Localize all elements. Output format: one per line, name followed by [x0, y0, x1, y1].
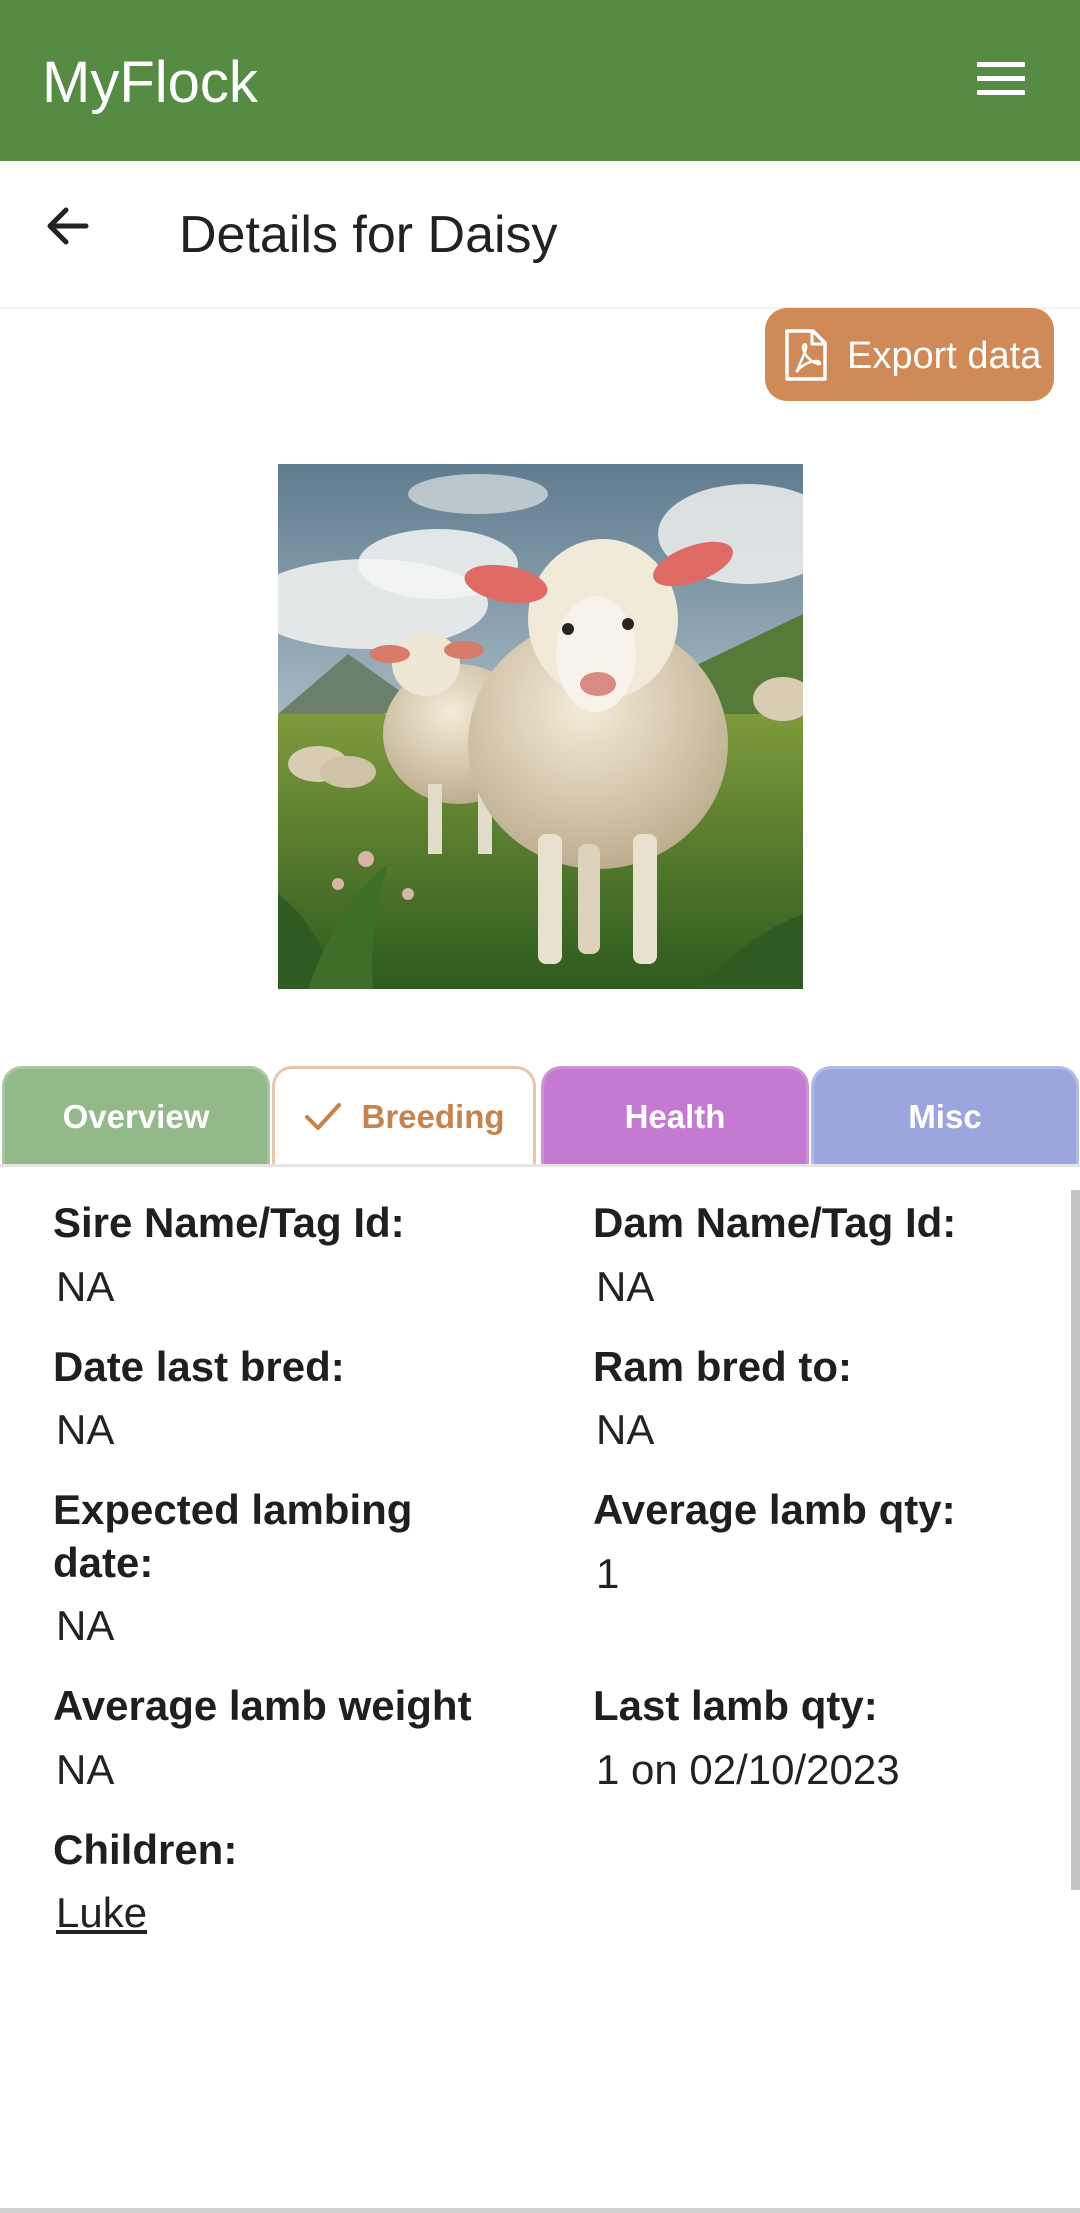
dam-value: NA: [596, 1263, 655, 1310]
arrow-left-icon[interactable]: [40, 198, 96, 254]
tab-divider: [0, 1164, 1080, 1167]
avg-lamb-qty-value: 1: [596, 1550, 620, 1597]
checkmark-icon: [305, 1103, 342, 1131]
page-title: Details for Daisy: [179, 206, 558, 264]
ram-bred-to-label: Ram bred to:: [593, 1343, 853, 1390]
date-last-bred-value: NA: [56, 1406, 115, 1453]
last-lamb-qty-value: 1 on 02/10/2023: [596, 1746, 900, 1793]
dam-label: Dam Name/Tag Id:: [593, 1199, 957, 1246]
last-lamb-qty-label: Last lamb qty:: [593, 1682, 878, 1729]
app-bar: MyFlock: [0, 0, 1080, 161]
sire-label: Sire Name/Tag Id:: [53, 1199, 405, 1246]
ram-bred-to-value: NA: [596, 1406, 655, 1453]
scrollbar[interactable]: [1071, 1190, 1080, 1890]
children-label: Children:: [53, 1826, 238, 1873]
avg-lamb-qty-label: Average lamb qty:: [593, 1486, 956, 1533]
bottom-edge: [0, 2208, 1080, 2213]
tab-health-label: Health: [624, 1098, 726, 1135]
tab-health[interactable]: Health: [541, 1066, 809, 1166]
sire-value: NA: [56, 1263, 115, 1310]
tab-breeding-label: Breeding: [361, 1098, 505, 1135]
hamburger-menu-icon[interactable]: [972, 56, 1032, 106]
expected-lambing-label-line1: Expected lambing: [53, 1486, 413, 1533]
export-data-label: Export data: [847, 335, 1042, 377]
export-data-button[interactable]: Export data: [765, 308, 1054, 401]
tab-misc[interactable]: Misc: [811, 1066, 1079, 1166]
app-title: MyFlock: [42, 50, 258, 115]
expected-lambing-label: Expected lambing date:: [53, 1483, 412, 1589]
avg-lamb-weight-label: Average lamb weight: [53, 1682, 472, 1729]
tab-breeding[interactable]: Breeding: [272, 1066, 536, 1166]
pdf-file-icon: [785, 329, 827, 381]
tab-misc-label: Misc: [908, 1098, 982, 1135]
expected-lambing-label-line2: date:: [53, 1539, 154, 1586]
expected-lambing-value: NA: [56, 1602, 115, 1649]
tab-overview[interactable]: Overview: [2, 1066, 270, 1166]
animal-photo: [278, 464, 803, 989]
avg-lamb-weight-value: NA: [56, 1746, 115, 1793]
tab-overview-label: Overview: [62, 1098, 210, 1135]
child-link-luke[interactable]: Luke: [56, 1888, 147, 1938]
date-last-bred-label: Date last bred:: [53, 1343, 345, 1390]
